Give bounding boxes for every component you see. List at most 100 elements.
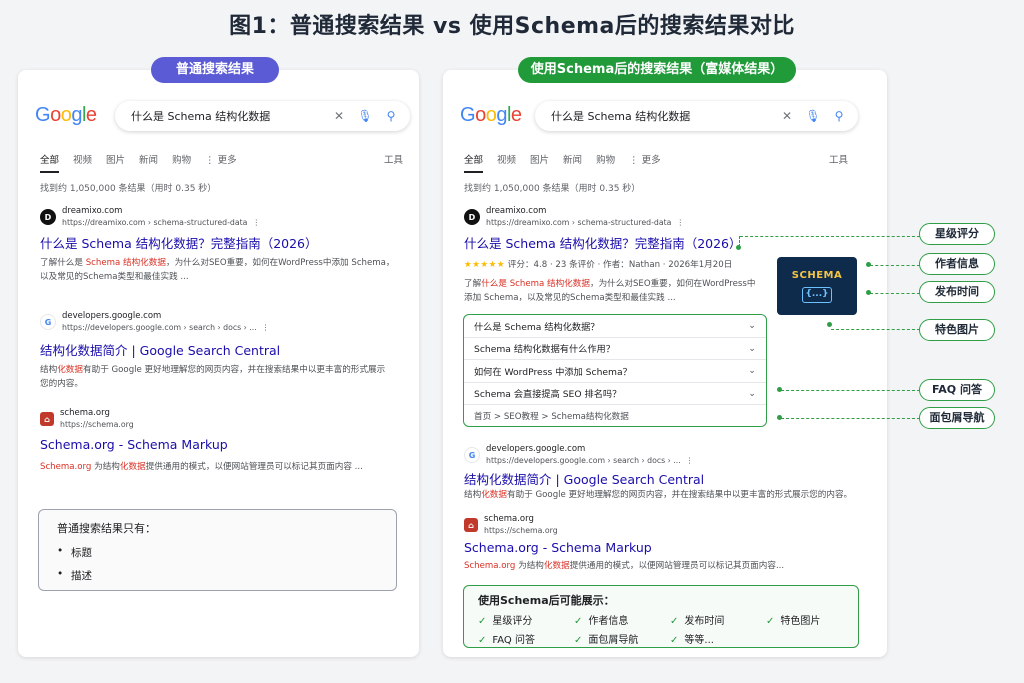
tab-more[interactable]: ⋮ 更多 xyxy=(629,152,661,173)
result-title-link[interactable]: Schema.org - Schema Markup xyxy=(464,540,652,555)
tab-more[interactable]: ⋮ 更多 xyxy=(205,152,237,173)
search-query: 什么是 Schema 结构化数据 xyxy=(551,110,691,123)
callout-line xyxy=(781,418,920,419)
check-icon: ✓ xyxy=(574,635,583,646)
note-item: 描述 xyxy=(57,568,378,583)
tab-shopping[interactable]: 购物 xyxy=(172,152,191,173)
chevron-down-icon: ⌄ xyxy=(748,320,756,332)
callout-star-rating: 星级评分 xyxy=(919,223,995,245)
result-site[interactable]: D dreamixo.com https://dreamixo.com › sc… xyxy=(40,206,260,228)
result-description: 了解什么是 Schema 结构化数据，为什么对SEO重要，如何在WordPres… xyxy=(464,279,756,303)
result-description: 了解什么是 Schema 结构化数据，为什么对SEO重要，如何在WordPres… xyxy=(40,258,395,282)
callout-line xyxy=(870,265,920,266)
check-icon: ✓ xyxy=(766,616,775,627)
result-stats: 找到约 1,050,000 条结果（用时 0.35 秒） xyxy=(464,184,641,194)
result-description: Schema.org 为结构化数据提供通用的模式，以便网站管理员可以标记其页面内… xyxy=(40,462,363,472)
check-icon: ✓ xyxy=(574,616,583,627)
callout-line xyxy=(739,236,740,247)
callout-faq: FAQ 问答 xyxy=(919,379,995,401)
search-icon[interactable]: ⚲ xyxy=(830,109,848,123)
callout-line xyxy=(831,329,920,330)
tab-news[interactable]: 新闻 xyxy=(139,152,158,173)
result-site[interactable]: D dreamixo.com https://dreamixo.com › sc… xyxy=(464,206,684,228)
tab-videos[interactable]: 视频 xyxy=(73,152,92,173)
clear-icon[interactable]: ✕ xyxy=(330,109,348,123)
feature-item: ✓ 面包屑导航 xyxy=(574,635,639,646)
check-icon: ✓ xyxy=(478,616,487,627)
callout-line xyxy=(870,293,920,294)
chevron-down-icon: ⌄ xyxy=(748,365,756,377)
breadcrumb[interactable]: 首页 > SEO教程 > Schema结构化数据 xyxy=(464,405,766,427)
feature-item: ✓ 发布时间 xyxy=(670,616,725,627)
tab-images[interactable]: 图片 xyxy=(530,152,549,173)
check-icon: ✓ xyxy=(670,635,679,646)
faq-item[interactable]: 什么是 Schema 结构化数据？ ⌄ xyxy=(464,315,766,338)
clear-icon[interactable]: ✕ xyxy=(778,109,796,123)
callout-author-info: 作者信息 xyxy=(919,253,995,275)
feature-item: ✓ 作者信息 xyxy=(574,616,629,627)
feature-item: ✓ 特色图片 xyxy=(766,616,821,627)
schema-org-favicon: ⌂ xyxy=(40,412,54,426)
code-braces-icon: {...} xyxy=(802,286,832,303)
result-description: 结构化数据有助于 Google 更好地理解您的网页内容，并在搜索结果中以更丰富的… xyxy=(40,365,386,389)
result-description: Schema.org 为结构化数据提供通用的模式，以便网站管理员可以标记其页面内… xyxy=(464,561,785,571)
google-favicon: G xyxy=(464,447,480,463)
search-query: 什么是 Schema 结构化数据 xyxy=(131,110,271,123)
callout-publish-time: 发布时间 xyxy=(919,281,995,303)
feature-item: ✓ 等等... xyxy=(670,635,714,646)
search-input[interactable]: 什么是 Schema 结构化数据 ✕ 🎙 ⚲ xyxy=(115,101,410,131)
dreamixo-favicon: D xyxy=(40,209,56,225)
result-title-link[interactable]: Schema.org - Schema Markup xyxy=(40,437,228,452)
search-icon[interactable]: ⚲ xyxy=(382,109,400,123)
tab-videos[interactable]: 视频 xyxy=(497,152,516,173)
result-site[interactable]: ⌂ schema.org https://schema.org xyxy=(464,514,558,536)
result-site[interactable]: G developers.google.com https://develope… xyxy=(40,311,269,333)
callout-dot xyxy=(827,322,832,327)
feature-item: ✓ FAQ 问答 xyxy=(478,635,535,646)
result-title-link[interactable]: 结构化数据简介 | Google Search Central xyxy=(40,340,280,359)
dreamixo-favicon: D xyxy=(464,209,480,225)
tools-button[interactable]: 工具 xyxy=(384,152,403,166)
google-logo: Google xyxy=(460,104,522,126)
tab-news[interactable]: 新闻 xyxy=(563,152,582,173)
chevron-down-icon: ⌄ xyxy=(748,387,756,399)
callout-line xyxy=(740,236,920,237)
tab-images[interactable]: 图片 xyxy=(106,152,125,173)
tab-all[interactable]: 全部 xyxy=(464,152,484,173)
note-item: 标题 xyxy=(57,545,378,560)
faq-item[interactable]: Schema 结构化数据有什么作用？ ⌄ xyxy=(464,338,766,360)
result-site[interactable]: ⌂ schema.org https://schema.org xyxy=(40,408,134,430)
result-title-link[interactable]: 结构化数据简介 | Google Search Central xyxy=(464,469,704,488)
faq-item[interactable]: Schema 会直接提高 SEO 排名吗？ ⌄ xyxy=(464,383,766,405)
tab-all[interactable]: 全部 xyxy=(40,152,60,173)
rating-row: ★★★★★ 评分：4.8 · 23 条评价 · 作者：Nathan · 2026… xyxy=(464,260,733,270)
result-description: 结构化数据有助于 Google 更好地理解您的网页内容，并在搜索结果中以更丰富的… xyxy=(464,490,853,500)
result-title-link[interactable]: 什么是 Schema 结构化数据？完整指南（2026） xyxy=(464,233,742,252)
tools-button[interactable]: 工具 xyxy=(829,152,848,166)
google-favicon: G xyxy=(40,314,56,330)
check-icon: ✓ xyxy=(670,616,679,627)
faq-item[interactable]: 如何在 WordPress 中添加 Schema？ ⌄ xyxy=(464,360,766,383)
callout-breadcrumb: 面包屑导航 xyxy=(919,407,995,429)
featured-image[interactable]: SCHEMA {...} xyxy=(777,257,857,315)
search-input[interactable]: 什么是 Schema 结构化数据 ✕ 🎙 ⚲ xyxy=(535,101,858,131)
result-site[interactable]: G developers.google.com https://develope… xyxy=(464,444,693,466)
left-badge: 普通搜索结果 xyxy=(151,57,279,83)
result-stats: 找到约 1,050,000 条结果（用时 0.35 秒） xyxy=(40,184,217,194)
chevron-down-icon: ⌄ xyxy=(748,342,756,354)
tab-shopping[interactable]: 购物 xyxy=(596,152,615,173)
right-badge: 使用Schema后的搜索结果（富媒体结果） xyxy=(518,57,796,83)
result-title-link[interactable]: 什么是 Schema 结构化数据？完整指南（2026） xyxy=(40,233,318,252)
schema-org-favicon: ⌂ xyxy=(464,518,478,532)
check-icon: ✓ xyxy=(478,635,487,646)
search-tabs: 全部 视频 图片 新闻 购物 ⋮ 更多 xyxy=(464,152,661,173)
microphone-icon[interactable]: 🎙 xyxy=(804,109,822,123)
star-rating-icon: ★★★★★ xyxy=(464,260,506,270)
feature-item: ✓ 星级评分 xyxy=(478,616,533,627)
plain-result-note: 普通搜索结果只有： 标题 描述 xyxy=(38,509,397,591)
page-title: 图1：普通搜索结果 vs 使用Schema后的搜索结果对比 xyxy=(229,14,795,39)
microphone-icon[interactable]: 🎙 xyxy=(356,109,374,123)
google-logo: Google xyxy=(35,104,97,126)
callout-line xyxy=(781,390,920,391)
faq-box: 什么是 Schema 结构化数据？ ⌄ Schema 结构化数据有什么作用？ ⌄ 如… xyxy=(463,314,767,427)
